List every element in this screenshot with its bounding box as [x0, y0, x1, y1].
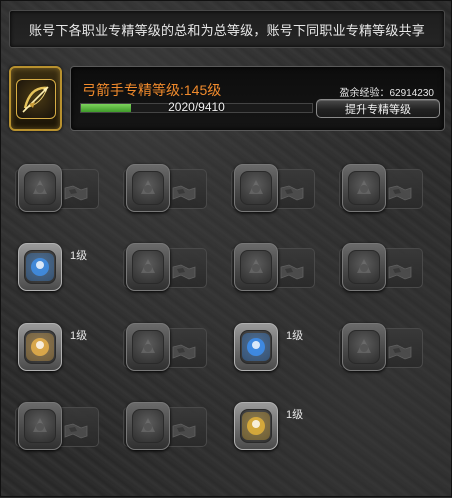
skill-slot[interactable]: 1级 [15, 243, 99, 291]
mastery-panel: 账号下各职业专精等级的总和为总等级，账号下同职业专精等级共享 弓箭手专精等级:1… [0, 0, 452, 497]
banner-icon [171, 343, 197, 363]
skill-icon-face [24, 171, 56, 205]
skill-icon-face [132, 330, 164, 364]
skill-slot[interactable] [231, 243, 315, 291]
skill-slot[interactable] [15, 164, 99, 212]
locked-skill-icon [126, 243, 170, 291]
skill-slot[interactable] [123, 243, 207, 291]
banner-icon [387, 343, 413, 363]
locked-skill-icon [342, 323, 386, 371]
skill-level-label: 1级 [70, 250, 88, 262]
skill-icon-face [348, 250, 380, 284]
banner-icon [171, 263, 197, 283]
locked-skill-icon [126, 323, 170, 371]
locked-skill-icon [234, 243, 278, 291]
skill-slot[interactable] [339, 164, 423, 212]
banner-icon [279, 263, 305, 283]
banner-icon [63, 422, 89, 442]
skill-icon-face [240, 250, 272, 284]
skill-icon-face [348, 171, 380, 205]
skill-slot[interactable] [231, 164, 315, 212]
skill-level-label: 1级 [286, 330, 304, 342]
skill-icon-face [24, 250, 56, 284]
banner-icon [171, 422, 197, 442]
blue-figure-skill-icon [234, 323, 278, 371]
skill-icon-face [132, 171, 164, 205]
locked-skill-icon [342, 243, 386, 291]
skill-icon-face [240, 409, 272, 443]
skill-slot[interactable] [339, 323, 423, 371]
banner-icon [63, 184, 89, 204]
locked-skill-icon [126, 164, 170, 212]
skill-slot[interactable] [123, 323, 207, 371]
locked-skill-icon [18, 164, 62, 212]
skill-icon-face [240, 330, 272, 364]
skill-slot[interactable] [15, 402, 99, 450]
banner-icon [279, 184, 305, 204]
locked-skill-icon [18, 402, 62, 450]
skill-grid: 1级 1级 1级 1级 [1, 1, 452, 498]
skill-icon-face [24, 330, 56, 364]
blue-burst-skill-icon [18, 243, 62, 291]
skill-slot[interactable]: 1级 [231, 402, 315, 450]
skill-level-label: 1级 [286, 409, 304, 421]
skill-slot[interactable] [123, 164, 207, 212]
banner-icon [387, 263, 413, 283]
skill-icon-face [132, 250, 164, 284]
golden-bow-skill-icon [234, 402, 278, 450]
golden-flame-skill-icon [18, 323, 62, 371]
skill-icon-face [240, 171, 272, 205]
skill-level-label: 1级 [70, 330, 88, 342]
skill-slot[interactable] [339, 243, 423, 291]
skill-slot[interactable] [123, 402, 207, 450]
skill-icon-face [348, 330, 380, 364]
skill-icon-face [132, 409, 164, 443]
locked-skill-icon [342, 164, 386, 212]
skill-slot[interactable]: 1级 [231, 323, 315, 371]
locked-skill-icon [234, 164, 278, 212]
banner-icon [387, 184, 413, 204]
banner-icon [171, 184, 197, 204]
skill-icon-face [24, 409, 56, 443]
locked-skill-icon [126, 402, 170, 450]
skill-slot[interactable]: 1级 [15, 323, 99, 371]
